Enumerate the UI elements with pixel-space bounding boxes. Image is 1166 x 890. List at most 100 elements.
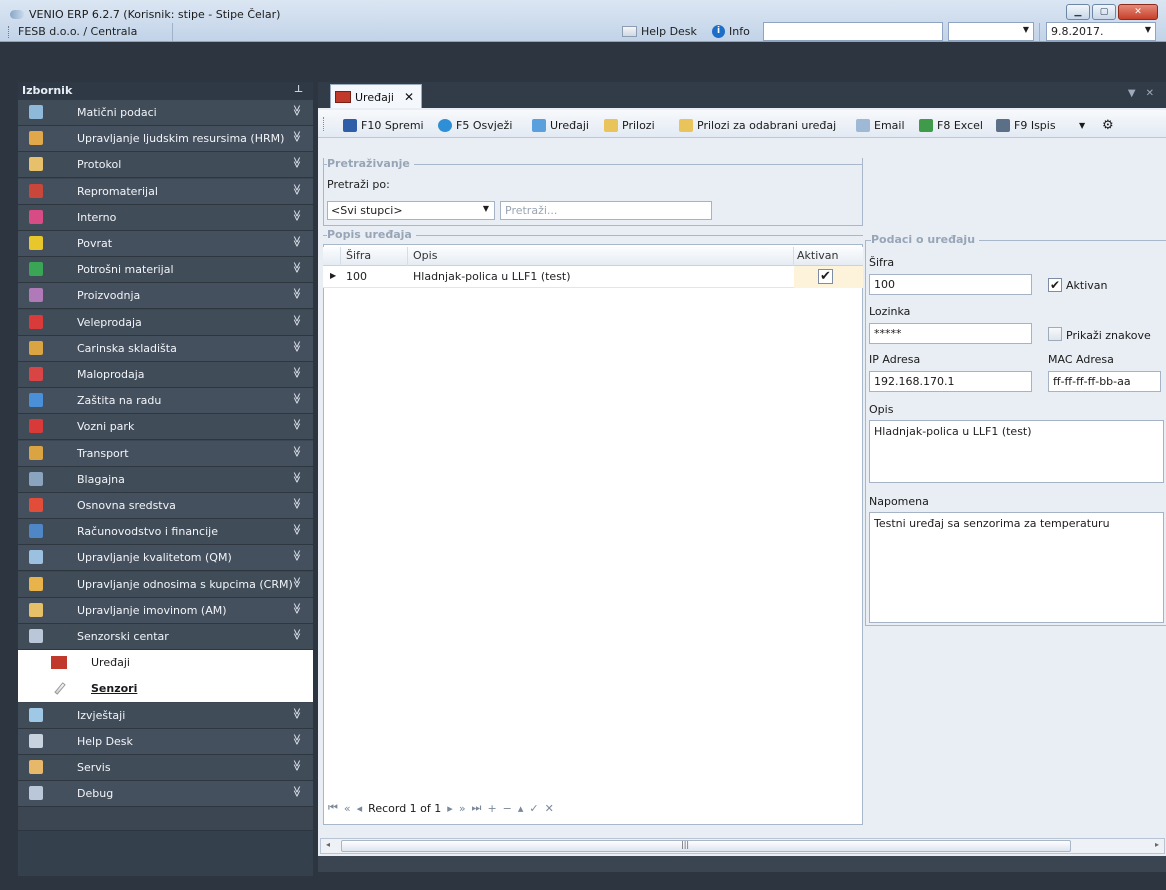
sidebar-item-5[interactable]: Povrat ≫ (18, 231, 313, 257)
sifra-field[interactable]: 100 (869, 274, 1032, 295)
devices-grid (323, 244, 863, 825)
tab-close-icon[interactable]: ✕ (404, 90, 414, 104)
add-record-icon[interactable]: + (487, 802, 496, 815)
scroll-left-icon[interactable]: ◂ (326, 840, 330, 849)
top-combo[interactable]: ▼ (948, 22, 1034, 41)
clipboard-icon (29, 157, 43, 172)
print-button[interactable]: F9 Ispis (996, 116, 1056, 134)
refresh-button[interactable]: F5 Osvježi (438, 116, 512, 134)
sidebar-item-4[interactable]: Interno ≫ (18, 204, 313, 231)
search-by-label: Pretraži po: (327, 178, 390, 191)
sidebar-item-9[interactable]: Carinska skladišta ≫ (18, 335, 313, 362)
pin-icon[interactable]: ⊥ (294, 84, 303, 95)
aktivan-label: Aktivan (1066, 279, 1108, 292)
edit-record-icon[interactable]: ▴ (518, 802, 524, 815)
confirm-record-icon[interactable]: ✓ (529, 802, 538, 815)
chevron-down-icon: ≫ (290, 209, 304, 222)
sidebar-item-13[interactable]: Transport ≫ (18, 440, 313, 467)
minimize-button[interactable]: ▁ (1066, 4, 1090, 20)
horizontal-scrollbar[interactable]: ◂ ||| ▸ (320, 838, 1165, 854)
cell-aktivan-checkbox[interactable]: ✔ (818, 269, 833, 284)
search-input[interactable]: Pretraži... (500, 201, 712, 220)
sidebar-item-after-0[interactable]: Izvještaji ≫ (18, 702, 313, 729)
prev-record-icon[interactable]: ◂ (357, 802, 363, 815)
chevron-down-icon: ≫ (290, 497, 304, 510)
next-record-icon[interactable]: ▸ (447, 802, 453, 815)
save-button[interactable]: F10 Spremi (343, 116, 424, 134)
first-record-icon[interactable]: ⏮ (328, 801, 338, 815)
tab-list-icon[interactable]: ▼ (1128, 88, 1136, 99)
sidebar-item-2[interactable]: Protokol ≫ (18, 152, 313, 179)
mac-field[interactable]: ff-ff-ff-ff-bb-aa (1048, 371, 1161, 392)
prev-page-icon[interactable]: « (344, 802, 351, 815)
ip-field[interactable]: 192.168.170.1 (869, 371, 1032, 392)
settings-icon[interactable]: ⚙ (1102, 116, 1114, 134)
sidebar-item-11[interactable]: Zaštita na radu ≫ (18, 388, 313, 415)
cancel-record-icon[interactable]: ✕ (545, 802, 554, 815)
sidebar-item-after-2[interactable]: Servis ≫ (18, 755, 313, 781)
column-header-sifra[interactable]: Šifra (346, 249, 371, 262)
info-button[interactable]: i Info (712, 25, 750, 38)
lozinka-field[interactable]: ***** (869, 323, 1032, 344)
sidebar-item-label: Maloprodaja (77, 368, 145, 381)
sidebar-item-7[interactable]: Proizvodnja ≫ (18, 283, 313, 310)
prikazi-label: Prikaži znakove (1066, 329, 1151, 342)
sidebar-subitem-0[interactable]: Uređaji (18, 650, 313, 677)
excel-label: F8 Excel (937, 118, 983, 132)
napomena-field[interactable]: Testni uređaj sa senzorima za temperatur… (869, 512, 1164, 623)
sidebar-item-after-1[interactable]: Help Desk ≫ (18, 728, 313, 755)
sidebar-header: Izbornik ⊥ (18, 82, 313, 100)
sidebar-item-label: Upravljanje ljudskim resursima (HRM) (77, 132, 285, 146)
cell-sifra: 100 (346, 270, 367, 283)
sidebar-item-label: Servis (77, 761, 111, 774)
top-search-input[interactable] (763, 22, 943, 41)
sidebar-item-18[interactable]: Upravljanje odnosima s kupcima (CRM) ≫ (18, 571, 313, 598)
sidebar-item-3[interactable]: Repromaterijal ≫ (18, 178, 313, 205)
opis-field[interactable]: Hladnjak-polica u LLF1 (test) (869, 420, 1164, 483)
maximize-button[interactable]: ▢ (1092, 4, 1116, 20)
separator (1039, 23, 1040, 41)
sidebar-item-8[interactable]: Veleprodaja ≫ (18, 309, 313, 336)
devices-button[interactable]: Uređaji (532, 116, 589, 134)
table-row[interactable]: ▶ 100 Hladnjak-polica u LLF1 (test) ✔ (323, 266, 863, 288)
print-dropdown[interactable]: ▼ (1079, 116, 1085, 134)
tools-icon (29, 760, 43, 774)
chevron-down-icon: ≫ (290, 392, 304, 405)
close-button[interactable]: ✕ (1118, 4, 1158, 20)
delete-record-icon[interactable]: − (503, 802, 512, 815)
sidebar-item-label: Interno (77, 210, 117, 224)
sidebar-item-after-3[interactable]: Debug ≫ (18, 781, 313, 808)
aktivan-checkbox[interactable]: ✔ (1048, 278, 1062, 292)
sifra-label: Šifra (869, 256, 895, 269)
column-header-opis[interactable]: Opis (413, 249, 437, 262)
sidebar-item-17[interactable]: Upravljanje kvalitetom (QM) ≫ (18, 545, 313, 572)
attachments-selected-button[interactable]: Prilozi za odabrani uređaj (679, 116, 836, 134)
last-record-icon[interactable]: ⏭ (472, 801, 482, 815)
attachments-button[interactable]: Prilozi (604, 116, 655, 134)
helpdesk-button[interactable]: Help Desk (622, 25, 697, 38)
sidebar-item-12[interactable]: Vozni park ≫ (18, 414, 313, 441)
date-picker[interactable]: 9.8.2017. ▼ (1046, 22, 1156, 41)
next-page-icon[interactable]: » (459, 802, 466, 815)
sidebar-item-1[interactable]: Upravljanje ljudskim resursima (HRM) ≫ (18, 126, 313, 153)
column-header-aktivan[interactable]: Aktivan (797, 249, 839, 262)
sidebar-item-15[interactable]: Osnovna sredstva ≫ (18, 493, 313, 519)
save-label: F10 Spremi (361, 118, 424, 132)
email-button[interactable]: Email (856, 116, 905, 134)
sidebar-item-0[interactable]: Matični podaci ≫ (18, 100, 313, 126)
tab-uredaji[interactable]: Uređaji ✕ (330, 84, 422, 109)
search-column-select[interactable]: <Svi stupci> ▼ (327, 201, 495, 220)
tab-close-all-icon[interactable]: ✕ (1146, 88, 1154, 99)
sidebar-item-16[interactable]: Računovodstvo i financije ≫ (18, 519, 313, 546)
sidebar-item-20[interactable]: Senzorski centar ≪ (18, 624, 313, 650)
sidebar-subitem-1[interactable]: Senzori (18, 676, 313, 703)
sidebar-item-label: Upravljanje kvalitetom (QM) (77, 551, 232, 565)
sidebar-item-10[interactable]: Maloprodaja ≫ (18, 362, 313, 388)
scroll-right-icon[interactable]: ▸ (1155, 840, 1159, 849)
prikazi-checkbox[interactable] (1048, 327, 1062, 341)
sidebar-item-14[interactable]: Blagajna ≫ (18, 466, 313, 493)
scroll-thumb[interactable] (341, 840, 1071, 852)
excel-button[interactable]: F8 Excel (919, 116, 983, 134)
sidebar-item-6[interactable]: Potrošni materijal ≫ (18, 257, 313, 284)
sidebar-item-19[interactable]: Upravljanje imovinom (AM) ≫ (18, 597, 313, 624)
